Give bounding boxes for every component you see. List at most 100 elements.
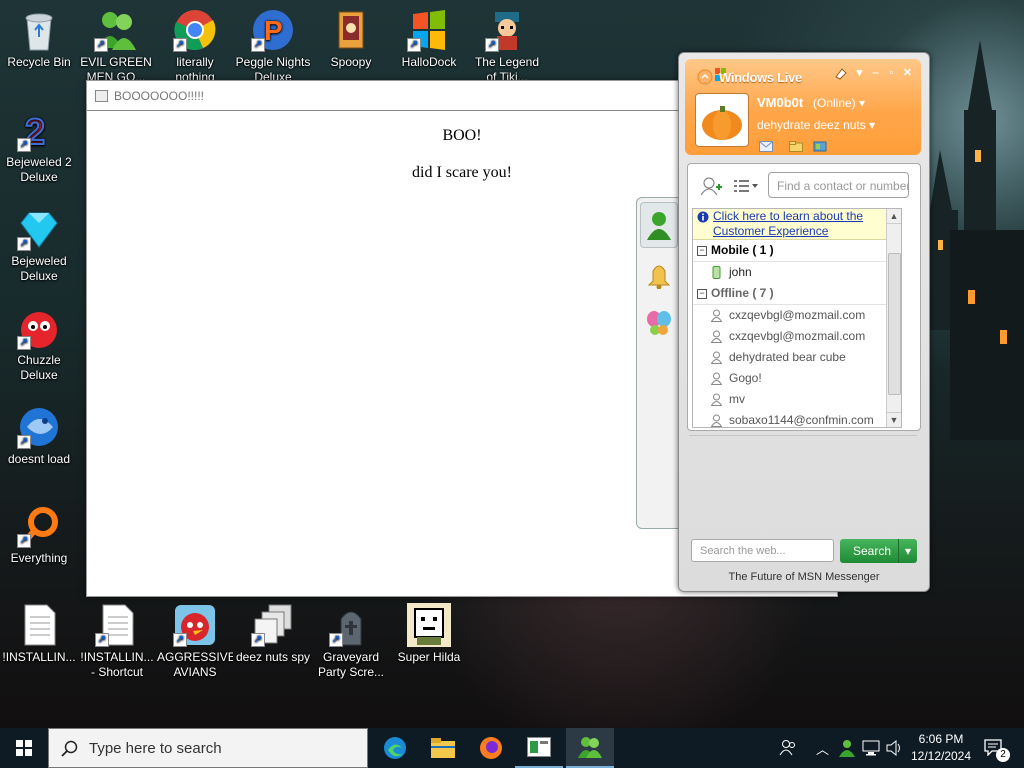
volume-icon[interactable] <box>885 739 903 757</box>
shortcut-arrow-icon: ↗ <box>17 336 31 350</box>
taskbar-edge[interactable] <box>371 728 419 768</box>
web-search-input[interactable]: Search the web... <box>691 539 834 562</box>
collapse-icon[interactable]: − <box>697 246 707 256</box>
spaces-icon[interactable] <box>813 141 827 152</box>
shortcut-arrow-icon: ↗ <box>17 138 31 152</box>
contact-item[interactable]: john <box>693 262 901 283</box>
desktop-icon-doesnt-load[interactable]: ↗ doesnt load <box>1 405 77 467</box>
search-button-label: Search <box>853 544 892 558</box>
desktop-icon-super-hilda[interactable]: Super Hilda <box>391 603 467 665</box>
windows-logo-icon: ↗ <box>407 8 451 52</box>
scroll-down-arrow[interactable]: ▼ <box>887 412 901 427</box>
scroll-thumb[interactable] <box>888 253 901 395</box>
shortcut-arrow-icon: ↗ <box>173 38 187 52</box>
customer-experience-link[interactable]: Click here to learn about the Customer E… <box>713 209 863 238</box>
desktop-icon-literally-nothing[interactable]: ↗ literally nothing <box>157 8 233 85</box>
messenger-tray-icon[interactable] <box>838 739 856 757</box>
desktop-icon-graveyard-party[interactable]: ↗ Graveyard Party Scre... <box>313 603 389 680</box>
minimize-icon[interactable]: – <box>869 67 882 80</box>
tab-contacts[interactable] <box>640 202 678 248</box>
start-button[interactable] <box>0 728 48 768</box>
tab-whats-new[interactable] <box>640 300 678 344</box>
graveyard-icon: ↗ <box>329 603 373 647</box>
desktop-icon-spoopy[interactable]: Spoopy <box>313 8 389 70</box>
close-icon[interactable]: ✕ <box>901 67 914 80</box>
desktop-icon-label: Spoopy <box>330 55 372 69</box>
personal-message-text: dehydrate deez nuts <box>757 118 866 132</box>
contact-item[interactable]: mv <box>693 389 901 410</box>
people-icon[interactable] <box>779 739 797 757</box>
desktop-icon-label: !INSTALLIN... <box>2 650 76 664</box>
butterfly-icon <box>647 311 671 335</box>
shortcut-arrow-icon: ↗ <box>251 38 265 52</box>
chrome-icon: ↗ <box>173 8 217 52</box>
maximize-icon[interactable]: ▫ <box>885 67 898 80</box>
find-contact-input[interactable]: Find a contact or number... <box>768 172 909 198</box>
contact-list-scrollbar[interactable]: ▲ ▼ <box>886 209 901 427</box>
castle-background-art <box>928 40 1024 440</box>
username[interactable]: VM0b0t <box>757 95 803 110</box>
desktop-icon-bejeweled[interactable]: ↗ Bejeweled Deluxe <box>1 207 77 284</box>
desktop-icon-everything[interactable]: ↗ Everything <box>1 504 77 566</box>
paint-icon[interactable] <box>833 65 849 81</box>
desktop-icon-label: HalloDock <box>401 55 457 69</box>
customer-experience-notice[interactable]: Click here to learn about the Customer E… <box>693 209 901 240</box>
search-button[interactable]: Search ▾ <box>840 539 917 563</box>
contact-name: Gogo! <box>729 371 762 385</box>
contact-item[interactable]: sobaxo1144@confmin.com <box>693 410 901 427</box>
taskbar-browser-window[interactable] <box>515 728 563 768</box>
mail-icon[interactable] <box>759 141 773 152</box>
tab-alerts[interactable] <box>640 252 678 296</box>
taskbar-firefox[interactable] <box>467 728 515 768</box>
offline-user-icon <box>711 351 722 364</box>
desktop-icon-installing[interactable]: !INSTALLIN... <box>1 603 77 665</box>
contact-item[interactable]: cxzqevbgl@mozmail.com <box>693 326 901 347</box>
avatar[interactable] <box>695 93 749 147</box>
taskbar-clock[interactable]: 6:06 PM 12/12/2024 <box>906 731 976 765</box>
desktop-icon-label: Super Hilda <box>397 650 461 664</box>
notification-center-button[interactable]: 2 <box>980 728 1024 768</box>
taskbar-file-explorer[interactable] <box>419 728 467 768</box>
scroll-up-arrow[interactable]: ▲ <box>887 209 901 224</box>
desktop-icon-chuzzle[interactable]: ↗ Chuzzle Deluxe <box>1 306 77 383</box>
desktop-icon-hallodock[interactable]: ↗ HalloDock <box>391 8 467 70</box>
desktop-icon-installing-shortcut[interactable]: ↗ !INSTALLIN... - Shortcut <box>79 603 155 680</box>
status-selector[interactable]: (Online) ▾ <box>813 96 865 110</box>
contact-list[interactable]: Click here to learn about the Customer E… <box>692 208 902 428</box>
everything-search-icon: ↗ <box>17 504 61 548</box>
messenger-window[interactable]: Windows Live ▾ – ▫ ✕ VM0b0t (Online) ▾ d… <box>678 52 930 592</box>
contact-item[interactable]: cxzqevbgl@mozmail.com <box>693 305 901 326</box>
group-offline[interactable]: − Offline ( 7 ) <box>693 283 901 305</box>
desktop-icon-bejeweled-2[interactable]: 2 ↗ Bejeweled 2 Deluxe <box>1 108 77 185</box>
chevron-up-icon[interactable]: ︿ <box>816 739 829 758</box>
add-contact-icon[interactable] <box>700 176 722 196</box>
windows-start-icon <box>16 740 32 756</box>
taskbar-messenger[interactable] <box>566 728 614 768</box>
folder-icon[interactable] <box>789 141 803 152</box>
taskbar-search-input[interactable]: Type here to search <box>48 728 368 768</box>
divider <box>689 435 917 436</box>
group-mobile[interactable]: − Mobile ( 1 ) <box>693 240 901 262</box>
personal-message[interactable]: dehydrate deez nuts ▾ <box>757 118 875 132</box>
desktop-icon-label: Graveyard Party Scre... <box>317 650 385 679</box>
taskbar-search-placeholder: Type here to search <box>89 740 222 757</box>
clock-time: 6:06 PM <box>918 732 964 746</box>
desktop-icon-aggressive-avians[interactable]: ↗ AGGRESSIVE AVIANS <box>157 603 233 680</box>
contact-item[interactable]: Gogo! <box>693 368 901 389</box>
collapse-icon[interactable]: − <box>697 289 707 299</box>
contact-item[interactable]: dehydrated bear cube <box>693 347 901 368</box>
pixel-art-icon <box>407 603 451 647</box>
desktop-icon-legend-of-tiki[interactable]: ↗ The Legend of Tiki... <box>469 8 545 85</box>
window-app-icon <box>527 737 551 757</box>
desktop-icon-deez-nuts-spy[interactable]: ↗ deez nuts spy <box>235 603 311 665</box>
status-text: (Online) <box>813 96 856 110</box>
desktop-icon-recycle-bin[interactable]: Recycle Bin <box>1 8 77 70</box>
messenger-menu-icon[interactable] <box>697 69 713 85</box>
browser-title: BOOOOOOO!!!!! <box>114 88 205 103</box>
list-options-icon[interactable] <box>734 178 758 194</box>
desktop-icon-evil-green-men[interactable]: ↗ EVIL GREEN MEN GO... <box>78 8 154 85</box>
dropdown-icon[interactable]: ▾ <box>853 67 866 80</box>
network-icon[interactable] <box>862 739 880 757</box>
chevron-down-icon[interactable]: ▾ <box>898 539 917 563</box>
desktop-icon-peggle-nights[interactable]: P ↗ Peggle Nights Deluxe <box>235 8 311 85</box>
